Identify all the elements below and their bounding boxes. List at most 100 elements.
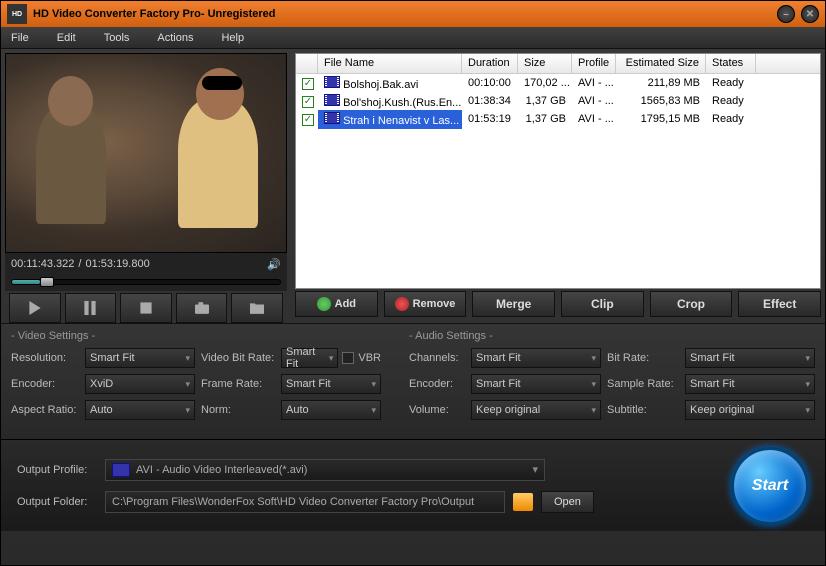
col-header-profile[interactable]: Profile [572,54,616,73]
file-row[interactable]: ✓ Bol'shoj.Kush.(Rus.En...01:38:341,37 G… [296,92,820,110]
samplerate-select[interactable]: Smart Fit [685,374,815,394]
vbr-checkbox[interactable] [342,352,354,364]
lbl-resolution: Resolution: [11,352,79,364]
file-state: Ready [706,75,756,91]
menu-file[interactable]: File [11,32,29,44]
file-duration: 01:38:34 [462,93,518,109]
aspect-select[interactable]: Auto [85,400,195,420]
time-display: 00:11:43.322 / 01:53:19.800 🔊 [5,253,287,275]
file-duration: 01:53:19 [462,111,518,127]
file-state: Ready [706,111,756,127]
add-button[interactable]: Add [295,291,378,317]
lbl-aspect: Aspect Ratio: [11,404,79,416]
lbl-samplerate: Sample Rate: [607,378,679,390]
file-list-header: File Name Duration Size Profile Estimate… [296,54,820,74]
file-size: 1,37 GB [518,111,572,127]
col-header-state[interactable]: States [706,54,756,73]
file-row[interactable]: ✓ Strah i Nenavist v Las...01:53:191,37 … [296,110,820,128]
snapshot-button[interactable] [176,293,228,323]
time-duration: 01:53:19.800 [85,258,149,270]
file-state: Ready [706,93,756,109]
seek-slider[interactable] [5,275,287,291]
file-duration: 00:10:00 [462,75,518,91]
menu-tools[interactable]: Tools [104,32,130,44]
video-preview[interactable] [5,53,287,253]
film-icon [324,112,340,124]
file-name: Bolshoj.Bak.avi [343,79,418,91]
volume-icon[interactable]: 🔊 [267,258,281,271]
file-est-size: 211,89 MB [616,75,706,91]
crop-button[interactable]: Crop [650,291,733,317]
file-checkbox[interactable]: ✓ [302,114,314,126]
open-output-button[interactable]: Open [541,491,594,513]
file-profile: AVI - ... [572,111,616,127]
video-settings-title: - Video Settings - [11,330,397,342]
app-logo-icon: HD [7,4,27,24]
audio-encoder-select[interactable]: Smart Fit [471,374,601,394]
menu-actions[interactable]: Actions [157,32,193,44]
close-button[interactable]: ✕ [801,5,819,23]
menu-edit[interactable]: Edit [57,32,76,44]
audio-settings-title: - Audio Settings - [409,330,815,342]
stop-button[interactable] [120,293,172,323]
remove-button[interactable]: Remove [384,291,467,317]
lbl-aencoder: Encoder: [409,378,465,390]
video-bitrate-select[interactable]: Smart Fit [281,348,338,368]
lbl-subtitle: Subtitle: [607,404,679,416]
subtitle-select[interactable]: Keep original [685,400,815,420]
file-name: Bol'shoj.Kush.(Rus.En... [343,97,461,109]
lbl-output-profile: Output Profile: [17,464,97,476]
film-icon [324,76,340,88]
col-header-duration[interactable]: Duration [462,54,518,73]
lbl-norm: Norm: [201,404,275,416]
preview-pane: 00:11:43.322 / 01:53:19.800 🔊 [1,49,291,323]
menu-help[interactable]: Help [221,32,244,44]
lbl-volume: Volume: [409,404,465,416]
titlebar: HD HD Video Converter Factory Pro- Unreg… [1,1,825,27]
profile-icon [112,463,130,477]
file-checkbox[interactable]: ✓ [302,78,314,90]
clip-button[interactable]: Clip [561,291,644,317]
lbl-vencoder: Encoder: [11,378,79,390]
film-icon [324,94,340,106]
framerate-select[interactable]: Smart Fit [281,374,381,394]
video-encoder-select[interactable]: XviD [85,374,195,394]
channels-select[interactable]: Smart Fit [471,348,601,368]
audio-bitrate-select[interactable]: Smart Fit [685,348,815,368]
settings-panel: - Video Settings - Resolution: Smart Fit… [1,323,825,439]
minimize-button[interactable]: – [777,5,795,23]
file-size: 1,37 GB [518,93,572,109]
play-button[interactable] [9,293,61,323]
file-checkbox[interactable]: ✓ [302,96,314,108]
col-header-checkbox[interactable] [296,54,318,73]
volume-select[interactable]: Keep original [471,400,601,420]
col-header-name[interactable]: File Name [318,54,462,73]
start-button[interactable]: Start [731,447,809,525]
file-name: Strah i Nenavist v Las... [343,115,459,127]
resolution-select[interactable]: Smart Fit [85,348,195,368]
col-header-size[interactable]: Size [518,54,572,73]
lbl-channels: Channels: [409,352,465,364]
col-header-est[interactable]: Estimated Size [616,54,706,73]
lbl-abitrate: Bit Rate: [607,352,679,364]
file-profile: AVI - ... [572,75,616,91]
file-est-size: 1565,83 MB [616,93,706,109]
time-position: 00:11:43.322 [11,258,74,270]
lbl-output-folder: Output Folder: [17,496,97,508]
browse-folder-icon[interactable] [513,493,533,511]
open-folder-button[interactable] [231,293,283,323]
pause-button[interactable] [65,293,117,323]
app-window: HD HD Video Converter Factory Pro- Unreg… [0,0,826,566]
output-folder-input[interactable]: C:\Program Files\WonderFox Soft\HD Video… [105,491,505,513]
lbl-vbitrate: Video Bit Rate: [201,352,275,364]
norm-select[interactable]: Auto [281,400,381,420]
file-size: 170,02 ... [518,75,572,91]
output-profile-select[interactable]: AVI - Audio Video Interleaved(*.avi) ▾ [105,459,545,481]
effect-button[interactable]: Effect [738,291,821,317]
window-title: HD Video Converter Factory Pro- Unregist… [33,8,771,20]
file-profile: AVI - ... [572,93,616,109]
file-row[interactable]: ✓ Bolshoj.Bak.avi 00:10:00170,02 ...AVI -… [296,74,820,92]
output-panel: Output Profile: AVI - Audio Video Interl… [1,439,825,531]
merge-button[interactable]: Merge [472,291,555,317]
player-controls [5,291,287,325]
